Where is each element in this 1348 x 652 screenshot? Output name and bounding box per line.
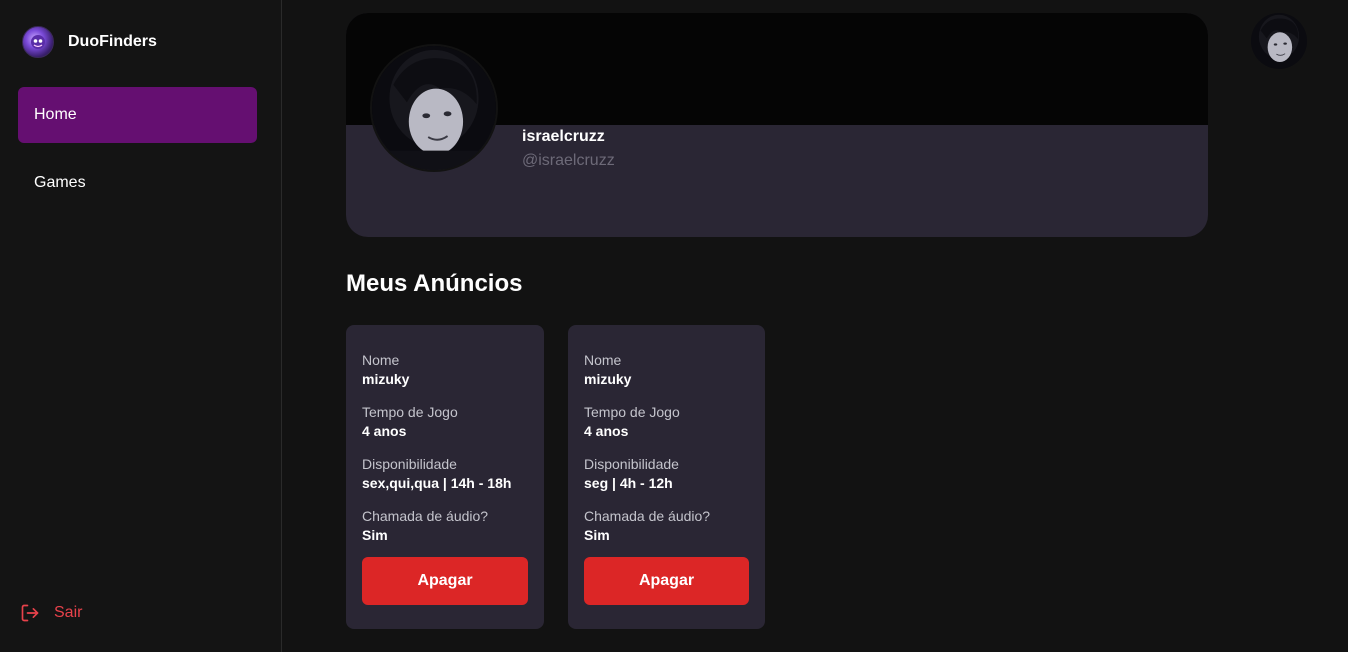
sidebar: DuoFinders Home Games Sair <box>0 0 282 652</box>
field-label: Tempo de Jogo <box>584 404 680 420</box>
ad-field-play-time: Tempo de Jogo 4 anos <box>584 403 749 441</box>
sidebar-item-games[interactable]: Games <box>18 155 257 211</box>
header-avatar-button[interactable] <box>1251 13 1307 69</box>
app-root: DuoFinders Home Games Sair israelcruzz @… <box>0 0 1348 652</box>
duofinders-logo-icon <box>22 26 54 58</box>
ad-field-voice-call: Chamada de áudio? Sim <box>584 507 749 545</box>
user-avatar <box>372 46 496 170</box>
ad-field-voice-call: Chamada de áudio? Sim <box>362 507 528 545</box>
sidebar-item-label: Home <box>34 106 77 123</box>
ad-card: Nome mizuky Tempo de Jogo 4 anos Disponi… <box>568 325 765 629</box>
ad-field-availability: Disponibilidade seg | 4h - 12h <box>584 455 749 493</box>
ad-field-play-time: Tempo de Jogo 4 anos <box>362 403 528 441</box>
profile-username: israelcruzz <box>522 128 605 145</box>
field-value: 4 anos <box>362 423 407 439</box>
field-label: Chamada de áudio? <box>362 508 489 524</box>
field-value: seg | 4h - 12h <box>584 475 673 491</box>
ad-card: Nome mizuky Tempo de Jogo 4 anos Disponi… <box>346 325 544 629</box>
ad-field-name: Nome mizuky <box>362 351 528 389</box>
sidebar-item-home[interactable]: Home <box>18 87 257 143</box>
field-label: Chamada de áudio? <box>584 508 711 524</box>
field-label: Tempo de Jogo <box>362 404 458 420</box>
field-value: mizuky <box>362 371 410 387</box>
delete-ad-button[interactable]: Apagar <box>362 557 528 605</box>
field-label: Disponibilidade <box>362 456 457 472</box>
profile-handle: @israelcruzz <box>522 152 615 169</box>
delete-ad-button[interactable]: Apagar <box>584 557 749 605</box>
sidebar-item-label: Games <box>34 174 86 191</box>
ad-field-name: Nome mizuky <box>584 351 749 389</box>
field-value: sex,qui,qua | 14h - 18h <box>362 475 512 491</box>
user-avatar <box>1251 13 1307 69</box>
field-label: Nome <box>362 352 400 368</box>
logout-icon <box>21 604 39 622</box>
brand[interactable]: DuoFinders <box>22 26 157 58</box>
field-label: Nome <box>584 352 622 368</box>
profile-avatar <box>370 44 498 172</box>
field-value: Sim <box>584 527 610 543</box>
logout-label: Sair <box>54 604 83 621</box>
ad-field-availability: Disponibilidade sex,qui,qua | 14h - 18h <box>362 455 528 493</box>
field-label: Disponibilidade <box>584 456 679 472</box>
logout-button[interactable]: Sair <box>20 603 82 623</box>
field-value: mizuky <box>584 371 632 387</box>
brand-name: DuoFinders <box>68 33 157 50</box>
ads-section-title: Meus Anúncios <box>346 270 523 297</box>
field-value: Sim <box>362 527 388 543</box>
field-value: 4 anos <box>584 423 629 439</box>
